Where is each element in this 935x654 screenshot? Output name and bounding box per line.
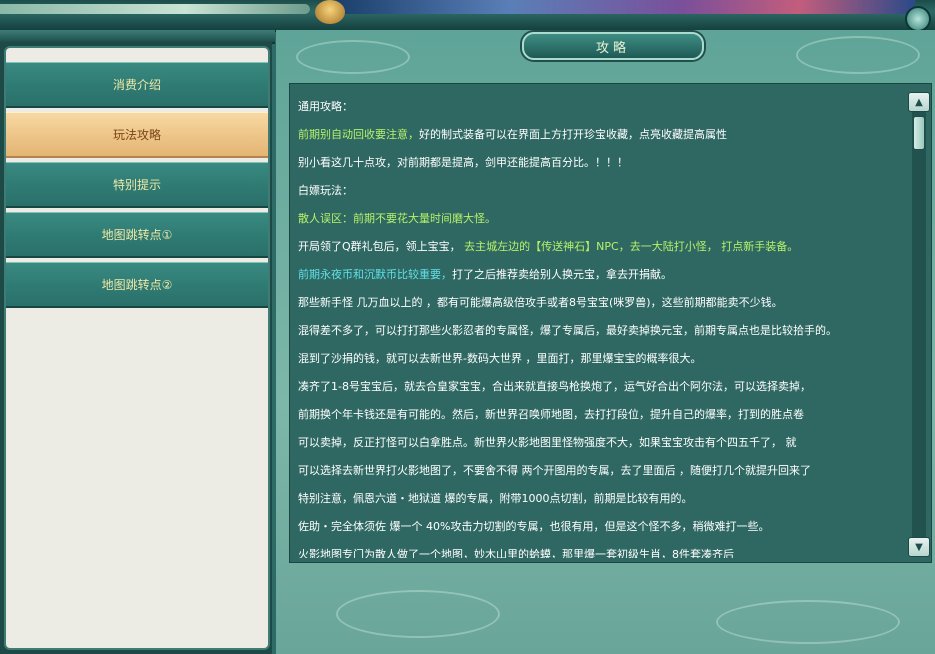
sidebar-item-label: 特别提示 xyxy=(112,178,161,192)
scroll-down-button[interactable]: ▼ xyxy=(908,537,930,557)
guide-text-segment: 凑齐了1-8号宝宝后，就去合皇家宝宝，合出来就直接鸟枪换炮了，运气好合出个阿尔法… xyxy=(298,380,811,393)
sidebar-item-label: 地图跳转点① xyxy=(101,228,173,242)
sidebar-item-map-teleport-1[interactable]: 地图跳转点① xyxy=(6,212,268,258)
panel-title-text: 攻略 xyxy=(595,40,630,56)
sidebar-item-gameplay-guide[interactable]: 玩法攻略 xyxy=(6,112,268,158)
guide-text-segment: 混得差不多了，可以打打那些火影忍者的专属怪，爆了专属后，最好卖掉换元宝，前期专属… xyxy=(298,324,837,337)
guide-text-line: 混到了沙捐的钱，就可以去新世界-数码大世界 ，里面打，那里爆宝宝的概率很大。 xyxy=(298,348,898,376)
guide-text-line: 前期换个年卡钱还是有可能的。然后，新世界召唤师地图，去打打段位，提升自己的爆率，… xyxy=(298,404,898,432)
scrollbar-thumb[interactable] xyxy=(913,116,925,150)
sidebar: 消费介绍 玩法攻略 特别提示 地图跳转点① 地图跳转点② xyxy=(0,42,272,654)
guide-text-line: 白嫖玩法： xyxy=(298,180,898,208)
guide-text-segment: 好的制式装备可以在界面上方打开珍宝收藏，点亮收藏提高属性 xyxy=(419,128,727,141)
guide-text-segment: 通用攻略： xyxy=(298,100,353,113)
top-painting-strip xyxy=(335,0,915,14)
guide-text-segment: 可以卖掉，反正打怪可以白拿胜点。新世界火影地图里怪物强度不大，如果宝宝攻击有个四… xyxy=(298,436,797,449)
guide-text-line: 可以选择去新世界打火影地图了，不要舍不得 两个开图用的专属，去了里面后 ，随便打… xyxy=(298,460,898,488)
guide-content-panel: 通用攻略： 前期别自动回收要注意，好的制式装备可以在界面上方打开珍宝收藏，点亮收… xyxy=(289,83,932,563)
guide-text-line: 那些新手怪 几万血以上的 ，都有可能爆高级倍攻手或者8号宝宝(咪罗兽)，这些前期… xyxy=(298,292,898,320)
guide-text-segment: 开局领了Q群礼包后，领上宝宝， xyxy=(298,240,465,253)
guide-text-segment: 别小看这几十点攻，对前期都是提高，剑甲还能提高百分比。！！！ xyxy=(298,156,628,169)
panel-title: 攻略 xyxy=(522,32,704,60)
guide-text-line: 佐助・完全体须佐 爆一个 40%攻击力切割的专属，也很有用，但是这个怪不多，稍微… xyxy=(298,516,898,544)
sidebar-item-label: 地图跳转点② xyxy=(101,278,173,292)
guide-text-segment: 去主城左边的【传送神石】NPC，去一大陆打小怪， 打点新手装备。 xyxy=(464,240,799,253)
guide-text-line: 特别注意，佩恩六道・地狱道 爆的专属，附带1000点切割，前期是比较有用的。 xyxy=(298,488,898,516)
guide-text-line: 散人误区：前期不要花大量时间磨大怪。 xyxy=(298,208,898,236)
arrow-up-icon: ▲ xyxy=(915,96,923,108)
guide-text-line: 火影地图专门为散人做了一个地图，妙木山里的蛤蟆，那里爆一套初级生肖，8件套凑齐后 xyxy=(298,544,898,558)
sidebar-item-map-teleport-2[interactable]: 地图跳转点② xyxy=(6,262,268,308)
cloud-decoration xyxy=(796,36,920,74)
guide-text-segment: 前期换个年卡钱还是有可能的。然后，新世界召唤师地图，去打打段位，提升自己的爆率，… xyxy=(298,408,804,421)
cloud-decoration xyxy=(296,40,410,74)
guide-text-segment: 打了之后推荐卖给别人换元宝，拿去开捐献。 xyxy=(452,268,672,281)
guide-text-segment: 特别注意，佩恩六道・地狱道 爆的专属，附带1000点切割，前期是比较有用的。 xyxy=(298,492,693,505)
gold-ornament-icon xyxy=(315,0,345,24)
guide-text-line: 可以卖掉，反正打怪可以白拿胜点。新世界火影地图里怪物强度不大，如果宝宝攻击有个四… xyxy=(298,432,898,460)
guide-text-segment: 前期永夜币和沉默币比较重要， xyxy=(298,268,452,281)
guide-text-area: 通用攻略： 前期别自动回收要注意，好的制式装备可以在界面上方打开珍宝收藏，点亮收… xyxy=(298,96,898,558)
guide-text-segment: 散人误区：前期不要花大量时间磨大怪。 xyxy=(298,212,496,225)
guide-text-segment: 火影地图专门为散人做了一个地图，妙木山里的蛤蟆，那里爆一套初级生肖，8件套凑齐后 xyxy=(298,548,734,558)
guide-text-segment: 前期别自动回收要注意， xyxy=(298,128,419,141)
scroll-up-button[interactable]: ▲ xyxy=(908,92,930,112)
sidebar-item-consumption[interactable]: 消费介绍 xyxy=(6,62,268,108)
guide-text-line: 前期永夜币和沉默币比较重要，打了之后推荐卖给别人换元宝，拿去开捐献。 xyxy=(298,264,898,292)
sidebar-item-label: 玩法攻略 xyxy=(112,128,161,142)
guide-text-segment: 白嫖玩法： xyxy=(298,184,353,197)
sidebar-panel: 消费介绍 玩法攻略 特别提示 地图跳转点① 地图跳转点② xyxy=(4,46,270,650)
guide-text-segment: 可以选择去新世界打火影地图了，不要舍不得 两个开图用的专属，去了里面后 ，随便打… xyxy=(298,464,811,477)
guide-text-segment: 佐助・完全体须佐 爆一个 40%攻击力切割的专属，也很有用，但是这个怪不多，稍微… xyxy=(298,520,770,533)
guide-text-line: 开局领了Q群礼包后，领上宝宝， 去主城左边的【传送神石】NPC，去一大陆打小怪，… xyxy=(298,236,898,264)
guide-text-segment: 混到了沙捐的钱，就可以去新世界-数码大世界 ，里面打，那里爆宝宝的概率很大。 xyxy=(298,352,702,365)
close-knob-icon[interactable] xyxy=(905,6,931,32)
guide-text-line: 凑齐了1-8号宝宝后，就去合皇家宝宝，合出来就直接鸟枪换炮了，运气好合出个阿尔法… xyxy=(298,376,898,404)
arrow-down-icon: ▼ xyxy=(915,541,923,553)
guide-text-line: 混得差不多了，可以打打那些火影忍者的专属怪，爆了专属后，最好卖掉换元宝，前期专属… xyxy=(298,320,898,348)
sidebar-item-label: 消费介绍 xyxy=(112,78,161,92)
guide-text-line: 通用攻略： xyxy=(298,96,898,124)
guide-text-segment: 那些新手怪 几万血以上的 ，都有可能爆高级倍攻手或者8号宝宝(咪罗兽)，这些前期… xyxy=(298,296,783,309)
top-ornament-band xyxy=(0,4,310,14)
sidebar-item-special-tips[interactable]: 特别提示 xyxy=(6,162,268,208)
guide-text-line: 别小看这几十点攻，对前期都是提高，剑甲还能提高百分比。！！！ xyxy=(298,152,898,180)
top-frame xyxy=(0,0,935,32)
guide-text-line: 前期别自动回收要注意，好的制式装备可以在界面上方打开珍宝收藏，点亮收藏提高属性 xyxy=(298,124,898,152)
cloud-decoration xyxy=(336,590,500,638)
scrollbar-track[interactable] xyxy=(912,94,926,556)
cloud-decoration xyxy=(716,600,900,644)
